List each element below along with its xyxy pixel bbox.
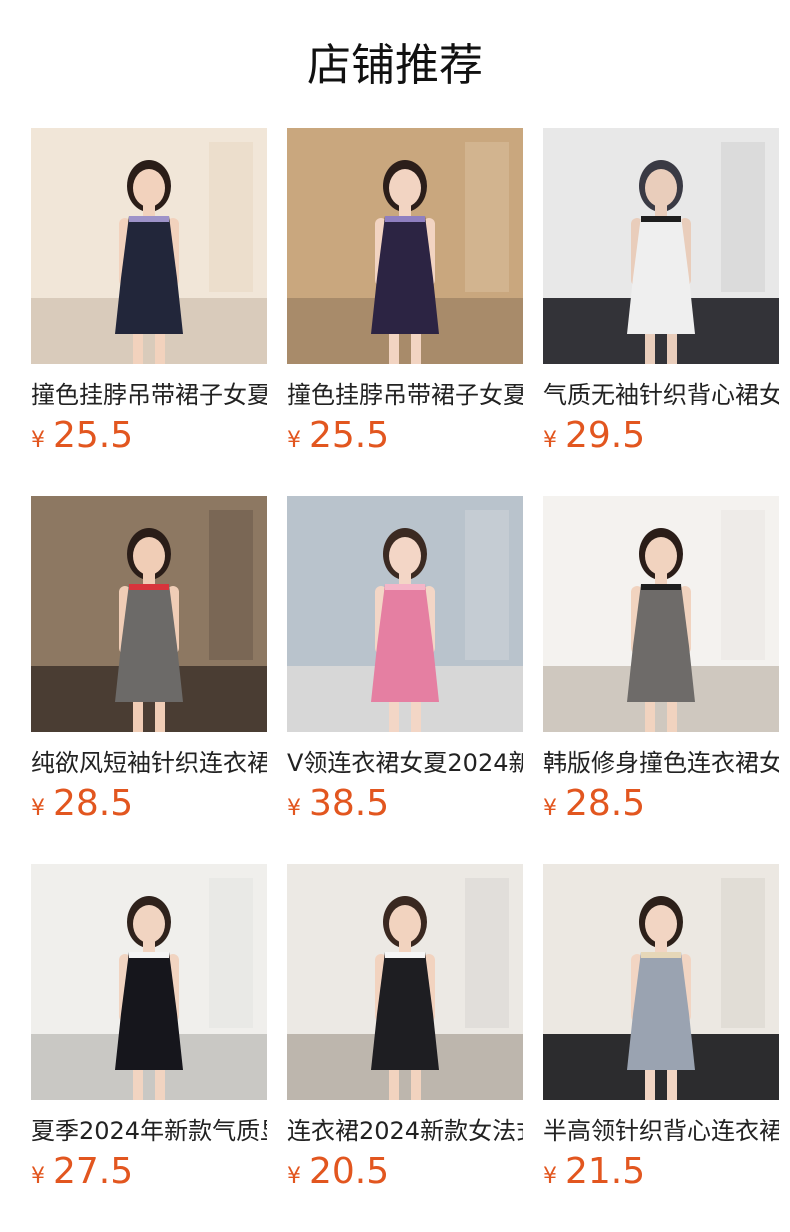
product-image[interactable]: [287, 128, 523, 364]
price-amount: 21.5: [565, 1151, 646, 1192]
product-card[interactable]: 韩版修身撞色连衣裙女 ¥28.5: [543, 496, 779, 826]
price-amount: 25.5: [309, 415, 390, 456]
product-image[interactable]: [31, 128, 267, 364]
product-price: ¥29.5: [543, 414, 645, 458]
product-price: ¥38.5: [287, 782, 389, 826]
price-amount: 38.5: [309, 783, 390, 824]
product-image[interactable]: [543, 496, 779, 732]
currency-symbol: ¥: [287, 796, 301, 821]
product-title[interactable]: 气质无袖针织背心裙女: [543, 378, 779, 412]
currency-symbol: ¥: [543, 428, 557, 453]
page-title: 店铺推荐: [307, 40, 483, 91]
product-image[interactable]: [287, 864, 523, 1100]
product-card[interactable]: 连衣裙2024新款女法式 ¥20.5: [287, 864, 523, 1194]
product-title[interactable]: 撞色挂脖吊带裙子女夏: [31, 378, 267, 412]
product-card[interactable]: 夏季2024年新款气质显瘦¥27.5: [31, 864, 267, 1194]
product-price: ¥28.5: [543, 782, 645, 826]
price-amount: 25.5: [53, 415, 134, 456]
currency-symbol: ¥: [287, 1164, 301, 1189]
product-image[interactable]: [31, 864, 267, 1100]
price-amount: 28.5: [565, 783, 646, 824]
product-price: ¥25.5: [287, 414, 389, 458]
product-title[interactable]: 连衣裙2024新款女法式: [287, 1114, 523, 1148]
product-price: ¥20.5: [287, 1150, 389, 1194]
product-title[interactable]: V领连衣裙女夏2024新款: [287, 746, 523, 780]
currency-symbol: ¥: [543, 796, 557, 821]
product-card[interactable]: V领连衣裙女夏2024新款¥38.5: [287, 496, 523, 826]
product-card[interactable]: 气质无袖针织背心裙女 ¥29.5: [543, 128, 779, 458]
product-price: ¥25.5: [31, 414, 133, 458]
product-title[interactable]: 半高领针织背心连衣裙: [543, 1114, 779, 1148]
currency-symbol: ¥: [31, 428, 45, 453]
currency-symbol: ¥: [31, 796, 45, 821]
price-amount: 27.5: [53, 1151, 134, 1192]
currency-symbol: ¥: [31, 1164, 45, 1189]
product-card[interactable]: 撞色挂脖吊带裙子女夏 ¥25.5: [287, 128, 523, 458]
currency-symbol: ¥: [287, 428, 301, 453]
product-price: ¥21.5: [543, 1150, 645, 1194]
price-amount: 29.5: [565, 415, 646, 456]
product-title[interactable]: 韩版修身撞色连衣裙女: [543, 746, 779, 780]
product-card[interactable]: 纯欲风短袖针织连衣裙 ¥28.5: [31, 496, 267, 826]
product-title[interactable]: 撞色挂脖吊带裙子女夏: [287, 378, 523, 412]
currency-symbol: ¥: [543, 1164, 557, 1189]
product-price: ¥27.5: [31, 1150, 133, 1194]
product-price: ¥28.5: [31, 782, 133, 826]
product-title[interactable]: 纯欲风短袖针织连衣裙: [31, 746, 267, 780]
product-card[interactable]: 半高领针织背心连衣裙 ¥21.5: [543, 864, 779, 1194]
product-image[interactable]: [287, 496, 523, 732]
product-image[interactable]: [543, 864, 779, 1100]
price-amount: 28.5: [53, 783, 134, 824]
product-image[interactable]: [543, 128, 779, 364]
price-amount: 20.5: [309, 1151, 390, 1192]
product-title[interactable]: 夏季2024年新款气质显瘦: [31, 1114, 267, 1148]
product-card[interactable]: 撞色挂脖吊带裙子女夏 ¥25.5: [31, 128, 267, 458]
product-image[interactable]: [31, 496, 267, 732]
